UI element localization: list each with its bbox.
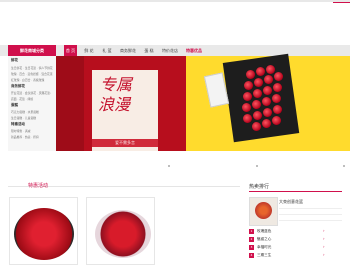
ranking-separator [279,220,342,221]
chevron-right-icon[interactable]: › [323,244,325,249]
rose-image [263,86,272,95]
rank-number: 1 [249,229,254,234]
top-border [0,0,350,2]
rose-image [273,105,282,114]
product-card-mixed-bouquet[interactable] [86,197,155,265]
nav-flowers[interactable]: 鲜 花 [82,45,96,56]
ranking-item-label: 魅惑之心 [257,237,272,241]
rose-image [272,94,281,103]
mixed-bouquet-image [95,210,151,258]
sidebar-links[interactable]: 新品推荐 · 热卖 · 折扣 [11,135,39,139]
rose-image [252,100,261,109]
ranking-separator [279,208,342,209]
sidebar-head-flowers[interactable]: 鲜花 [11,58,18,63]
ranking-item[interactable]: 1 玫瑰蓝色 [249,229,271,234]
sidebar-head-business[interactable]: 商务鲜花 [11,84,25,89]
poster-heading-line1: 专属 [100,75,133,94]
rose-image [273,83,282,92]
rose-image [263,108,272,117]
chevron-right-icon: › [50,91,52,95]
rank-number: 4 [249,253,254,258]
rose-image [266,65,275,74]
romance-poster: 专属 浪漫 爱不需多言 [92,70,158,151]
rose-image [252,122,261,131]
ranking-item[interactable]: 3 幸福时光 [249,245,271,250]
nav-special-shop[interactable]: 特价花店 [160,45,180,56]
sidebar-links[interactable]: 限时特惠 · 满减 [11,129,30,133]
product-card-red-roses[interactable] [9,197,78,265]
rose-image [246,70,255,79]
rank-number: 3 [249,245,254,250]
chevron-right-icon[interactable]: › [323,252,325,257]
slider-dot[interactable] [168,165,170,167]
ranking-divider [249,191,342,192]
flower-basket-image [255,202,272,219]
rose-image [262,119,271,128]
rose-image [264,75,273,84]
rose-image [256,67,265,76]
ranking-item-label: 玫瑰蓝色 [257,229,272,233]
sidebar-links[interactable]: 生日蛋糕 · 儿童蛋糕 [11,116,36,120]
rose-image [272,116,281,125]
poster-heading-line2: 浪漫 [98,95,131,114]
nav-home[interactable]: 首 页 [64,45,77,56]
top-accent-line [333,2,350,3]
rose-bouquet-image [14,208,74,260]
top-ranked-product-title[interactable]: 大束创意花篮 [279,199,303,205]
chevron-right-icon[interactable]: › [323,236,325,241]
sidebar-links[interactable]: 生日鲜花 · 生日花篮 · 情人节鲜花 [11,66,53,70]
ranking-item-label: 三期三生 [257,253,272,257]
rose-image [243,92,252,101]
rose-image [262,97,271,106]
sidebar-head-cakes[interactable]: 蛋糕 [11,103,18,108]
nav-discount-goods[interactable]: 特惠优品 [184,45,204,56]
banner-right-panel [186,53,350,151]
slider-dot[interactable] [343,165,345,167]
sidebar-links[interactable]: 店面 · 花篮 · 绿植 [11,97,33,101]
sidebar-links[interactable]: 玫瑰 · 百合 · 蓝色妖姬 · 混合花束 [11,72,53,76]
sidebar-head-promotions[interactable]: 特惠活动 [11,122,25,127]
rank-number: 2 [249,237,254,242]
nav-baskets[interactable]: 礼 篮 [100,45,114,56]
category-menu-title[interactable]: 鲜花商城分类 [8,45,56,56]
slider-dot[interactable] [256,165,258,167]
section-title-ranking: 热卖排行 [249,184,270,190]
ranking-item[interactable]: 2 魅惑之心 [249,237,271,242]
sidebar-links[interactable]: 开业花篮 · 会议鲜花 · 庆典花篮 [11,91,50,95]
sidebar-links[interactable]: 红玫瑰 · 白百合 · 香槟玫瑰 [11,78,44,82]
rose-image [253,111,262,120]
poster-tagline: 爱不需多言 [92,139,158,147]
rose-image [244,81,253,90]
nav-cakes[interactable]: 蛋 糕 [142,45,156,56]
section-title-promotions: 特惠活动 [28,183,49,189]
hero-banner[interactable]: 专属 浪漫 爱不需多言 [56,53,350,151]
sidebar-links[interactable]: 巧克力蛋糕 · 水果蛋糕 [11,110,39,114]
nav-business-flowers[interactable]: 商务鲜花 [118,45,138,56]
ranking-item-label: 幸福时光 [257,245,272,249]
chevron-right-icon[interactable]: › [323,228,325,233]
rose-image [253,89,262,98]
rose-image [274,72,283,81]
rose-image [254,78,263,87]
rose-image [243,114,252,123]
ranking-separator [279,214,342,215]
top-ranked-product-image[interactable] [249,197,278,226]
rose-image [242,103,251,112]
banner-left-shade [56,56,84,151]
ranking-item[interactable]: 4 三期三生 [249,253,271,258]
